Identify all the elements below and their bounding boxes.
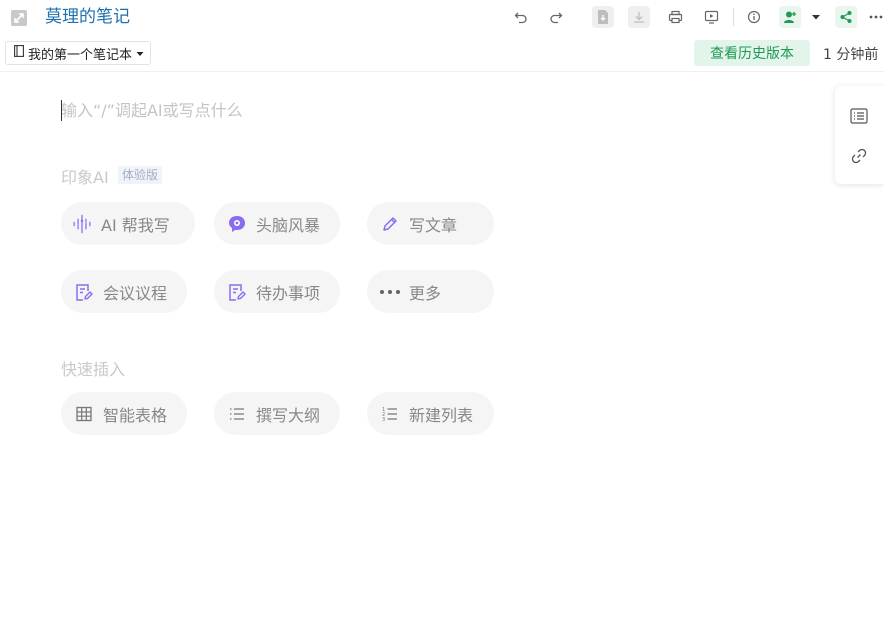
chip-label: 智能表格 (103, 405, 168, 425)
write-article-button[interactable]: 写文章 (367, 202, 494, 245)
todo-list-button[interactable]: 待办事项 (214, 270, 340, 313)
more-icon[interactable] (868, 6, 884, 28)
print-icon[interactable] (664, 6, 686, 28)
note-title[interactable]: 莫理的笔记 (45, 6, 130, 28)
chip-label: 新建列表 (409, 405, 474, 425)
pencil-icon (379, 213, 401, 235)
chevron-down-icon[interactable] (806, 6, 826, 28)
write-outline-button[interactable]: 撰写大纲 (214, 392, 340, 435)
undo-icon[interactable] (510, 6, 532, 28)
present-icon[interactable] (700, 6, 722, 28)
sparkle-icon (71, 213, 93, 235)
notebook-selector[interactable]: 我的第一个笔记本 (5, 41, 152, 65)
chip-label: 更多 (409, 283, 442, 303)
last-saved-time: 1 分钟前 (823, 47, 879, 63)
chip-label: 写文章 (409, 215, 458, 235)
export-doc-icon[interactable] (592, 6, 614, 28)
link-icon[interactable] (849, 146, 869, 166)
header-divider (0, 71, 884, 72)
quick-insert-label: 快速插入 (61, 360, 126, 379)
chip-label: 会议议程 (103, 283, 168, 303)
add-collaborator-icon[interactable] (779, 6, 801, 28)
brainstorm-button[interactable]: 头脑风暴 (214, 202, 340, 245)
editor-input[interactable]: 输入“/”调起AI或写点什么 (61, 100, 243, 121)
list-icon (226, 403, 248, 425)
trial-badge: 体验版 (118, 166, 163, 184)
ai-write-button[interactable]: AI 帮我写 (61, 202, 195, 245)
numbered-list-icon: 123 (379, 403, 401, 425)
notebook-icon (14, 45, 24, 61)
download-icon[interactable] (628, 6, 650, 28)
brain-icon (226, 213, 248, 235)
notebook-name: 我的第一个笔记本 (28, 47, 133, 63)
ai-section-label: 印象AI (61, 168, 109, 187)
share-icon[interactable] (835, 6, 857, 28)
expand-icon[interactable] (10, 9, 28, 27)
side-panel (835, 86, 884, 184)
redo-icon[interactable] (545, 6, 567, 28)
more-actions-button[interactable]: 更多 (367, 270, 494, 313)
text-cursor (61, 100, 62, 121)
info-icon[interactable] (743, 6, 765, 28)
chip-label: 待办事项 (256, 283, 321, 303)
view-history-button[interactable]: 查看历史版本 (694, 40, 810, 66)
toolbar-divider (733, 8, 734, 26)
outline-icon[interactable] (849, 106, 869, 126)
edit-doc-icon (73, 281, 95, 303)
chip-label: 头脑风暴 (256, 215, 321, 235)
svg-text:3: 3 (382, 417, 385, 423)
new-list-button[interactable]: 123 新建列表 (367, 392, 494, 435)
caret-down-icon (136, 46, 144, 61)
chip-label: AI 帮我写 (101, 215, 170, 235)
chip-label: 撰写大纲 (256, 405, 321, 425)
table-icon (73, 403, 95, 425)
smart-table-button[interactable]: 智能表格 (61, 392, 187, 435)
edit-doc-icon (226, 281, 248, 303)
meeting-agenda-button[interactable]: 会议议程 (61, 270, 187, 313)
more-dots-icon (379, 281, 401, 303)
